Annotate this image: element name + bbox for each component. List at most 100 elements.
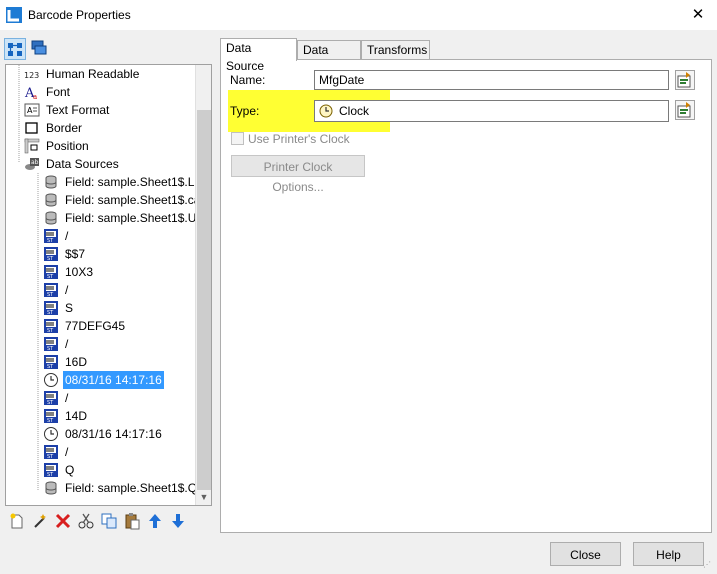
scrollbar-thumb[interactable] — [197, 110, 211, 490]
new-document-icon — [10, 513, 23, 529]
constant-text-icon: ST — [43, 318, 59, 334]
svg-text:ST: ST — [47, 364, 54, 370]
constant-text-icon: ST — [43, 462, 59, 478]
clock-icon — [43, 426, 59, 442]
tree-item-label: Field: sample.Sheet1$.Ur — [65, 211, 201, 225]
tab-transforms[interactable]: Transforms — [361, 40, 430, 60]
type-select-value: Clock — [339, 104, 370, 118]
tree-item-label: Position — [46, 139, 89, 153]
position-icon — [24, 138, 40, 154]
hierarchy-icon — [8, 43, 22, 56]
constant-text-icon: ST — [43, 336, 59, 352]
clock-icon — [319, 104, 333, 118]
tree-item-label: Human Readable — [46, 67, 140, 81]
svg-text:ST: ST — [47, 274, 54, 280]
svg-text:ST: ST — [47, 400, 54, 406]
tree-item-label: Q — [65, 463, 75, 477]
tree-item-label: Field: sample.Sheet1$.ca — [65, 193, 201, 207]
svg-text:ST: ST — [47, 292, 54, 298]
tab-data-type[interactable]: Data Type — [297, 40, 361, 75]
tree-item-label: Field: sample.Sheet1$.LIC — [65, 175, 207, 189]
database-icon — [43, 210, 59, 226]
name-browse-button[interactable] — [675, 70, 695, 90]
window-title: Barcode Properties — [28, 8, 131, 22]
tree-item-label: 10X3 — [65, 265, 94, 279]
delete-button[interactable] — [54, 512, 72, 530]
svg-text:123: 123 — [24, 71, 39, 80]
tree-item-label: / — [65, 445, 69, 459]
layers-icon — [31, 40, 47, 55]
tree-item-label: Data Sources — [46, 157, 119, 171]
svg-text:ab: ab — [31, 159, 39, 166]
delete-x-icon — [55, 513, 71, 529]
name-input[interactable] — [314, 70, 669, 90]
type-browse-button[interactable] — [675, 100, 695, 120]
copy-button[interactable] — [100, 512, 118, 530]
tree-item-label: Font — [46, 85, 71, 99]
tree-item-label: / — [65, 283, 69, 297]
constant-text-icon: ST — [43, 264, 59, 280]
tree-item-label: Field: sample.Sheet1$.QT — [65, 481, 205, 495]
close-button[interactable]: Close — [550, 542, 621, 566]
type-label: Type: — [230, 104, 260, 118]
tree-view-toolbar — [4, 38, 54, 60]
paste-button[interactable] — [123, 512, 141, 530]
copy-icon — [101, 513, 117, 529]
window-close-button[interactable]: ✕ — [684, 3, 712, 27]
new-item-button[interactable] — [8, 512, 26, 530]
arrow-down-icon — [172, 514, 184, 528]
paste-icon — [125, 513, 140, 530]
move-down-button[interactable] — [169, 512, 187, 530]
use-printer-clock-checkbox[interactable] — [231, 132, 244, 145]
database-icon — [43, 192, 59, 208]
tab-data-source[interactable]: Data Source — [220, 38, 297, 73]
cut-button[interactable] — [77, 512, 95, 530]
data-browse-icon — [677, 102, 691, 118]
tree-item-label: / — [65, 229, 69, 243]
layers-view-button[interactable] — [29, 38, 51, 60]
tree-item-label: 08/31/16 14:17:16 — [63, 371, 164, 389]
use-printer-clock-label: Use Printer's Clock — [248, 132, 350, 146]
title-bar: Barcode Properties ✕ — [0, 0, 717, 30]
data-source-panel: Name: Type: Clock Use Printer's Clock Pr… — [220, 59, 712, 533]
constant-text-icon: ST — [43, 444, 59, 460]
properties-tree[interactable]: 123 Human Readable Aa Font A Text Format Borde… — [5, 64, 212, 506]
constant-text-icon: ST — [43, 282, 59, 298]
constant-text-icon: ST — [43, 300, 59, 316]
printer-clock-options-button[interactable]: Printer Clock Options... — [231, 155, 365, 194]
tree-item-label: S — [65, 301, 74, 315]
border-icon — [24, 120, 40, 136]
constant-text-icon: ST — [43, 408, 59, 424]
magic-wand-icon — [34, 514, 46, 528]
arrow-up-icon — [149, 514, 161, 528]
help-button[interactable]: Help — [633, 542, 704, 566]
type-select[interactable]: Clock — [314, 100, 669, 122]
human-readable-icon: 123 — [24, 66, 40, 82]
constant-text-icon: ST — [43, 354, 59, 370]
data-browse-icon — [677, 72, 691, 88]
svg-text:ST: ST — [47, 328, 54, 334]
resize-grip-icon[interactable]: ⋰ — [703, 560, 715, 572]
constant-text-icon: ST — [43, 390, 59, 406]
tree-item-label: Text Format — [46, 103, 110, 117]
hierarchy-view-button[interactable] — [4, 38, 26, 60]
tree-item-label: 14D — [65, 409, 88, 423]
scroll-down-arrow-icon[interactable]: ▼ — [196, 489, 211, 505]
tree-item-label: Border — [46, 121, 83, 135]
scissors-icon — [78, 513, 94, 529]
clock-icon — [43, 372, 59, 388]
tree-edit-toolbar — [5, 510, 212, 534]
tree-item-label: / — [65, 391, 69, 405]
wizard-button[interactable] — [31, 512, 49, 530]
move-up-button[interactable] — [146, 512, 164, 530]
svg-text:ST: ST — [47, 238, 54, 244]
database-icon — [43, 480, 59, 496]
tree-scrollbar[interactable]: ▼ — [195, 65, 211, 505]
svg-text:ST: ST — [47, 454, 54, 460]
svg-text:ST: ST — [47, 472, 54, 478]
constant-text-icon: ST — [43, 246, 59, 262]
font-icon: Aa — [24, 84, 40, 101]
database-icon — [43, 174, 59, 190]
svg-text:ST: ST — [47, 310, 54, 316]
data-sources-icon: ab — [24, 156, 40, 172]
